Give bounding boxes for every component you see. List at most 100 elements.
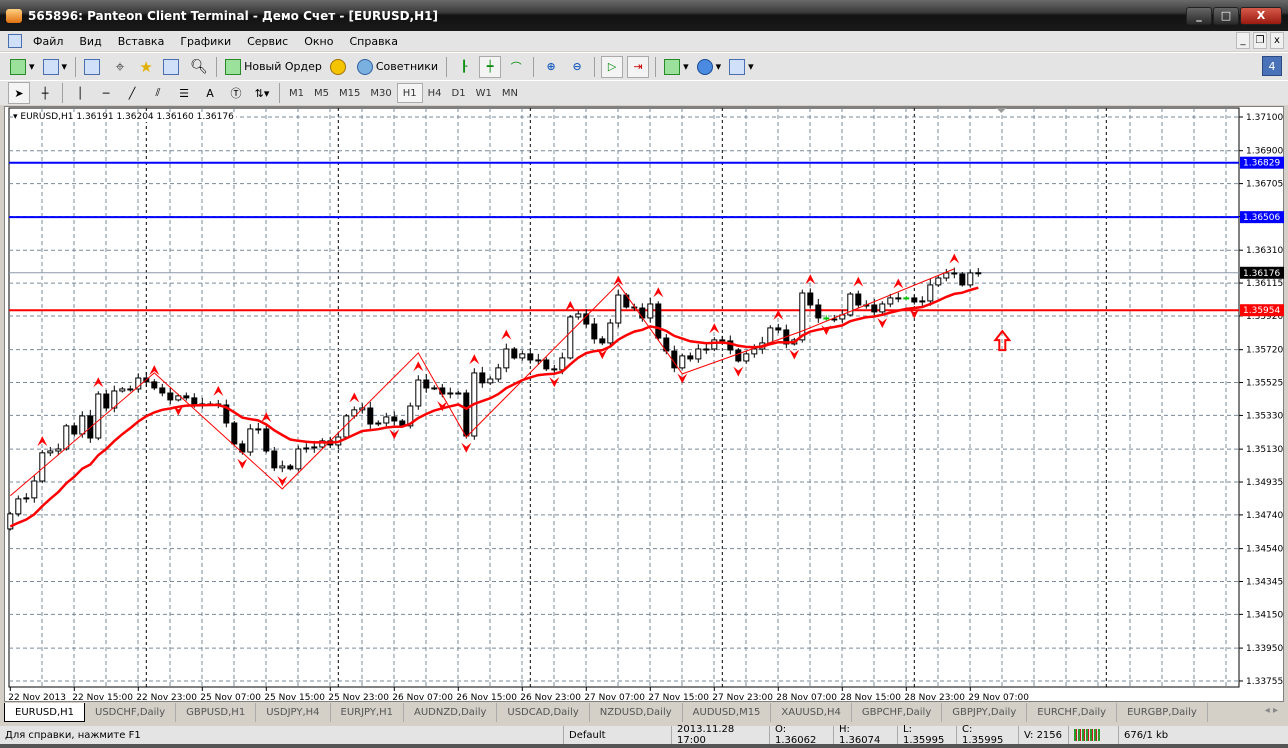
minimize-button[interactable]: _ [1186,7,1212,25]
horizontal-line-button[interactable]: ─ [95,82,117,104]
navigator-button[interactable]: ★ [135,56,157,78]
cursor-button[interactable]: ➤ [8,82,30,104]
data-window-button[interactable]: ⌖ [109,56,131,78]
notifications-button[interactable]: 4 [1262,56,1282,76]
periods-button[interactable]: ▾ [695,56,724,78]
trendline-button[interactable]: ╱ [121,82,143,104]
price-label: 1.36705 [1246,180,1283,190]
candle-body [607,322,614,344]
chart-tab[interactable]: AUDNZD,Daily [404,703,498,722]
line-chart-button[interactable]: ⌒ [505,56,527,78]
chart-tab[interactable]: USDJPY,H4 [256,703,331,722]
app-icon [6,8,22,23]
chart-tab[interactable]: EURGBP,Daily [1117,703,1208,722]
indicators-icon [664,58,681,75]
taskbar-edge [0,744,1288,748]
menu-tools[interactable]: Сервис [239,35,296,48]
zoom-in-button[interactable]: ⊕ [540,56,562,78]
level-price-label: 1.36506 [1243,213,1280,223]
price-label: 1.36310 [1246,246,1283,256]
menu-file[interactable]: Файл [25,35,71,48]
timeframe-m15[interactable]: M15 [334,83,365,103]
timeframe-h4[interactable]: H4 [423,83,447,103]
chart-window[interactable]: 1.371001.369001.367051.365101.363101.361… [4,106,1285,703]
candle-body [703,348,710,351]
new-chart-button[interactable]: ▾ [8,56,37,78]
chart-tab[interactable]: USDCHF,Daily [85,703,177,722]
tester-button[interactable]: 🔍︎ [188,56,210,78]
timeframe-m1[interactable]: M1 [284,83,309,103]
status-profile[interactable]: Default [563,726,671,744]
candle-body [247,428,254,453]
candlestick-button[interactable]: ┿ [479,55,502,78]
chart-tab[interactable]: XAUUSD,H4 [771,703,852,722]
chart-tab[interactable]: GBPCHF,Daily [852,703,943,722]
chart-tab[interactable]: EURJPY,H1 [331,703,405,722]
mdi-restore-button[interactable]: ❐ [1253,32,1267,49]
fibonacci-button[interactable]: ☰ [173,82,195,104]
timeframe-m5[interactable]: M5 [309,83,334,103]
autoscroll-icon: ▷ [607,60,617,73]
timeframe-m30[interactable]: M30 [365,83,396,103]
menu-window[interactable]: Окно [296,35,341,48]
tab-scroll-arrows[interactable]: ◂ ▸ [1265,705,1278,716]
candle-body [647,303,654,319]
mdi-close-button[interactable]: x [1270,32,1284,49]
zoom-out-button[interactable]: ⊖ [566,56,588,78]
chart-tab[interactable]: NZDUSD,Daily [590,703,683,722]
menu-view[interactable]: Вид [71,35,109,48]
status-traffic: 676/1 kb [1118,726,1173,744]
chart-window-icon [8,34,22,48]
templates-button[interactable]: ▾ [727,56,756,78]
timeframe-w1[interactable]: W1 [471,83,497,103]
terminal-icon [163,58,180,75]
menu-insert[interactable]: Вставка [110,35,173,48]
close-button[interactable]: X [1240,7,1282,25]
bid-price-label: 1.36176 [1243,269,1280,279]
candle-body [951,272,958,275]
menu-help[interactable]: Справка [341,35,405,48]
bar-chart-button[interactable]: ┠ [453,56,475,78]
maximize-button[interactable]: □ [1213,7,1239,25]
text-label-button[interactable]: Ⓣ [225,82,247,104]
chart-tab[interactable]: AUDUSD,M15 [683,703,772,722]
candle-body [31,480,38,499]
text-button[interactable]: A [199,82,221,104]
vertical-line-button[interactable]: │ [69,82,91,104]
equidistant-channel-button[interactable]: ⫽ [147,82,169,104]
timeframe-mn[interactable]: MN [497,83,523,103]
candle-body [167,392,174,401]
terminal-button[interactable] [161,56,184,78]
experts-button[interactable]: Советники [355,56,440,78]
chart-tab[interactable]: EURCHF,Daily [1027,703,1118,722]
candle-body [751,348,758,355]
candle-body [383,416,390,424]
new-order-button[interactable]: Новый Ордер [223,56,324,78]
mdi-minimize-button[interactable]: _ [1236,32,1250,49]
indicators-button[interactable]: ▾ [662,56,691,78]
candle-body [47,450,54,454]
chart-shift-button[interactable]: ⇥ [627,55,650,78]
candle-body [63,425,70,450]
timeframe-d1[interactable]: D1 [447,83,471,103]
title-bar: 565896: Panteon Client Terminal - Демо С… [0,0,1288,31]
chart-tab[interactable]: GBPJPY,Daily [942,703,1028,722]
profiles-button[interactable]: ▾ [41,56,70,78]
chart-tab[interactable]: GBPUSD,H1 [176,703,257,722]
candle-body [919,300,926,303]
market-watch-button[interactable] [82,56,105,78]
chart-tab[interactable]: EURUSD,H1 [4,703,86,722]
autoscroll-button[interactable]: ▷ [601,55,624,78]
menu-charts[interactable]: Графики [172,35,239,48]
alert-button[interactable] [328,56,351,78]
timeframe-h1[interactable]: H1 [396,83,423,103]
price-label: 1.33950 [1246,644,1283,654]
profiles-icon [42,58,59,75]
crosshair-button[interactable]: ┼ [34,82,56,104]
price-chart[interactable]: 1.371001.369001.367051.365101.363101.361… [5,107,1285,703]
chart-tab[interactable]: USDCAD,Daily [497,703,590,722]
candlestick-icon: ┿ [486,60,494,73]
text-label-icon: Ⓣ [230,87,242,100]
arrows-button[interactable]: ⇅▾ [251,82,273,104]
candle-body [119,388,126,392]
